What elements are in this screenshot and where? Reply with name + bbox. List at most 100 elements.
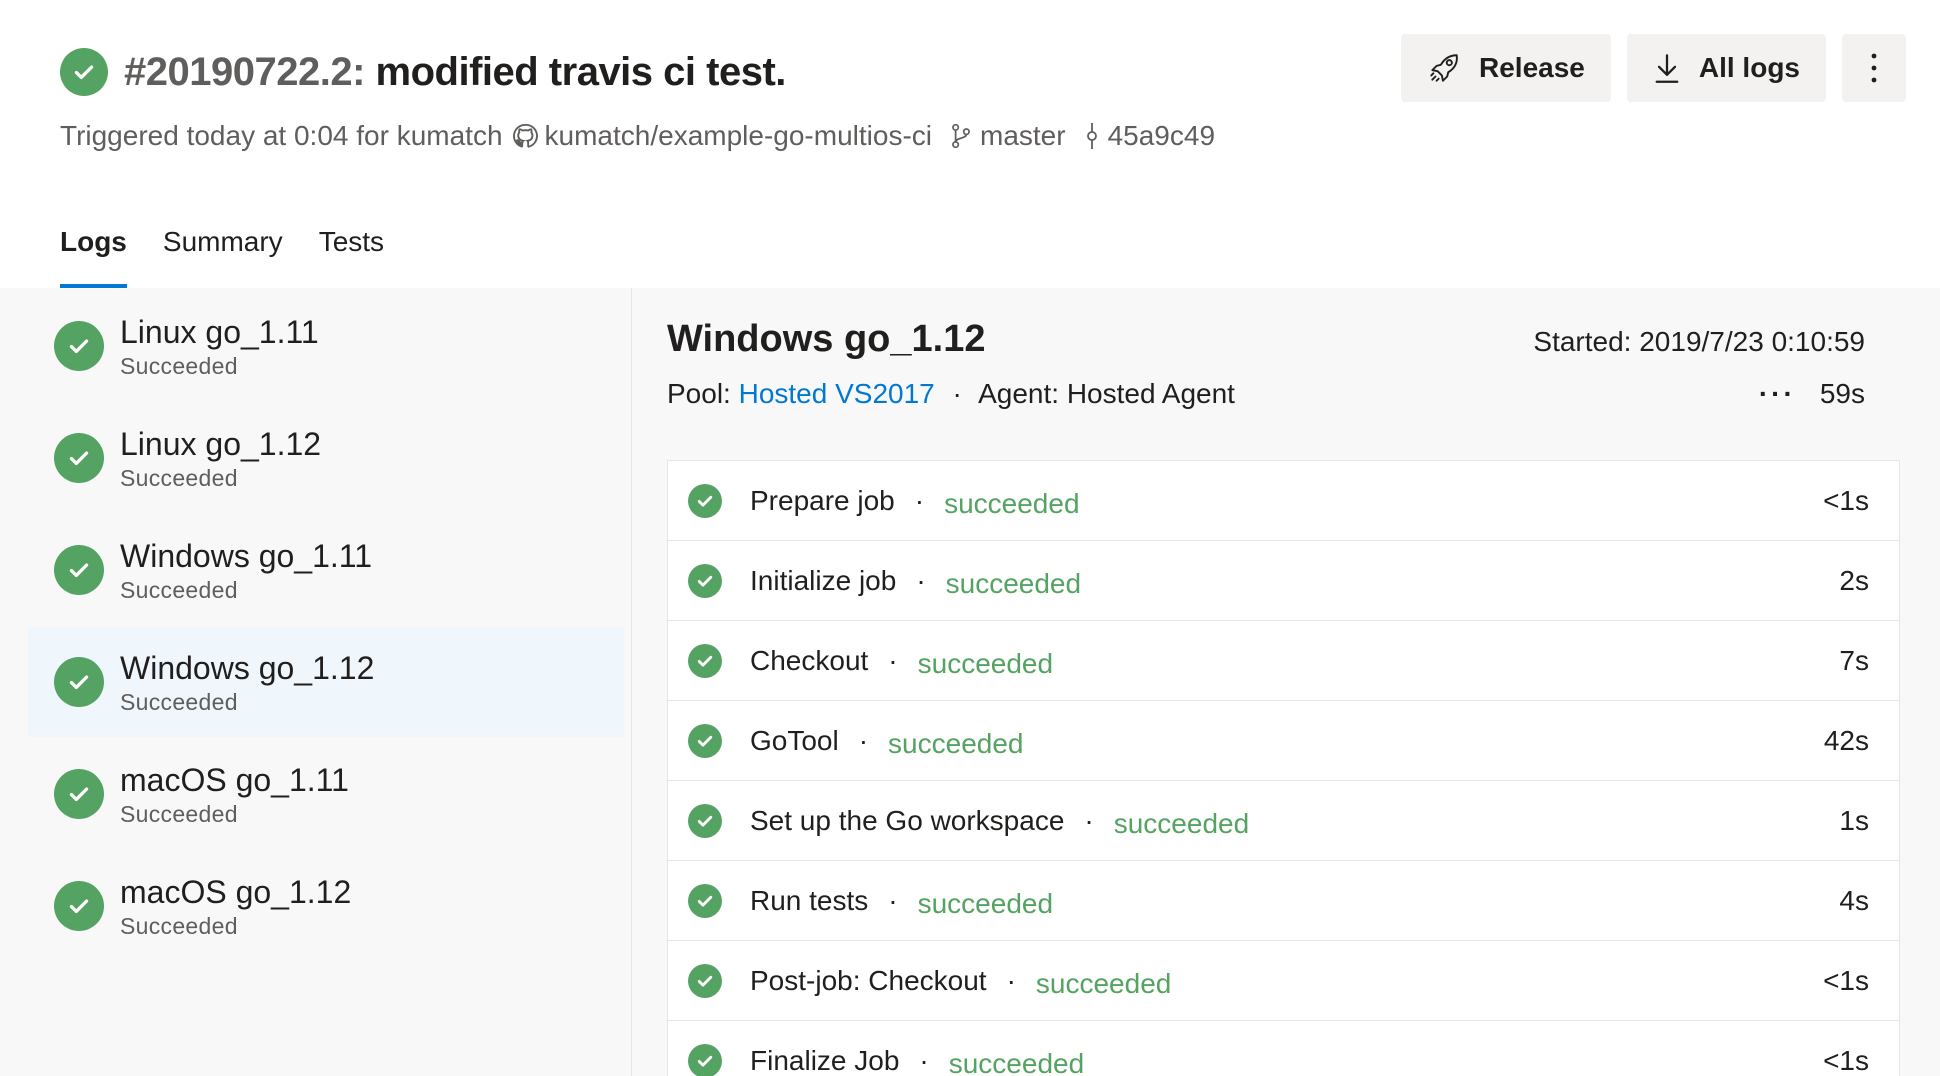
step-name: Prepare job [750,484,895,516]
branch-icon [948,122,974,150]
step-row[interactable]: Run tests · succeeded 4s [668,861,1899,941]
step-name: Set up the Go workspace [750,804,1065,836]
run-header: #20190722.2: modified travis ci test. Tr… [0,0,1940,288]
step-duration: 1s [1839,804,1869,836]
separator-dot: · [858,724,869,756]
step-name: GoTool [750,724,839,756]
release-button[interactable]: Release [1401,34,1611,102]
step-status: succeeded [1035,967,1172,999]
all-logs-button[interactable]: All logs [1626,34,1826,102]
tab-bar: Logs Summary Tests [60,222,420,288]
job-item[interactable]: macOS go_1.11 Succeeded [28,739,624,849]
tab-logs[interactable]: Logs [60,222,127,288]
job-item[interactable]: macOS go_1.12 Succeeded [28,851,624,961]
commit-icon [1082,121,1102,151]
job-status: Succeeded [120,688,238,715]
success-check-icon [688,883,722,918]
job-name: Windows go_1.12 [120,649,375,686]
success-check-icon [688,643,722,678]
tab-tests[interactable]: Tests [319,222,384,288]
success-check-icon [688,963,722,998]
job-name: Linux go_1.12 [120,425,322,462]
success-check-icon [60,48,108,96]
agent-info: Agent: Hosted Agent [978,378,1235,409]
run-id: #20190722.2: [124,49,365,94]
started-time: Started: 2019/7/23 0:10:59 [1533,326,1865,357]
job-status: Succeeded [120,912,238,939]
header-actions: Release All logs [1401,34,1906,102]
success-check-icon [54,321,104,371]
success-check-icon [688,563,722,598]
step-status: succeeded [944,487,1080,519]
step-row[interactable]: Set up the Go workspace · succeeded 1s [668,781,1899,861]
success-check-icon [54,545,104,595]
step-status: succeeded [917,887,1054,919]
step-row[interactable]: Initialize job · succeeded 2s [668,541,1899,621]
separator-dot: · [1006,964,1016,996]
step-duration: <1s [1823,1044,1869,1076]
job-item-selected[interactable]: Windows go_1.12 Succeeded [28,627,624,737]
job-title: Windows go_1.12 [667,318,986,360]
success-check-icon [54,433,104,483]
step-duration: 2s [1839,564,1869,596]
job-name: Linux go_1.11 [120,313,319,350]
step-status: succeeded [948,1047,1085,1076]
step-duration: 42s [1823,724,1869,756]
pool-link[interactable]: Hosted VS2017 [739,378,935,409]
job-status: Succeeded [120,464,238,491]
step-row[interactable]: Post-job: Checkout · succeeded <1s [668,941,1899,1021]
success-check-icon [54,657,104,707]
job-status: Succeeded [120,352,238,379]
run-title: #20190722.2: modified travis ci test. [60,48,786,96]
more-dots[interactable]: ··· [1759,378,1796,410]
repo-link[interactable]: kumatch/example-go-multios-ci [545,120,932,152]
step-duration: <1s [1823,964,1869,996]
rocket-icon [1430,54,1458,82]
step-duration: <1s [1823,484,1869,516]
separator-dot: · [916,564,926,596]
pool-info: Pool: Hosted VS2017 · Agent: Hosted Agen… [667,378,1235,410]
step-row[interactable]: Prepare job · succeeded <1s [668,461,1899,541]
separator-dot: · [952,378,962,409]
more-vertical-icon [1871,53,1877,83]
step-status: succeeded [917,647,1054,679]
job-name: macOS go_1.12 [120,873,352,910]
all-logs-label: All logs [1698,52,1800,83]
job-name: Windows go_1.11 [120,537,372,574]
tab-summary[interactable]: Summary [163,222,283,288]
download-icon [1655,54,1679,83]
separator-dot: · [919,1044,929,1076]
success-check-icon [688,483,722,518]
release-label: Release [1479,52,1585,83]
separator-dot: · [888,644,898,676]
branch-name[interactable]: master [980,120,1066,152]
separator-dot: · [888,884,898,916]
separator-dot: · [914,484,925,516]
job-status: Succeeded [120,576,238,603]
step-status: succeeded [1113,807,1250,839]
duration-value: 59s [1819,378,1865,409]
step-row[interactable]: GoTool · succeeded 42s [668,701,1899,781]
pool-label: Pool: [667,378,731,409]
step-name: Initialize job [750,564,897,596]
commit-hash[interactable]: 45a9c49 [1108,120,1215,152]
job-item[interactable]: Linux go_1.11 Succeeded [28,291,624,401]
step-status: succeeded [945,567,1082,599]
separator-dot: · [1084,804,1094,836]
success-check-icon [54,769,104,819]
success-check-icon [688,803,722,838]
success-check-icon [688,723,722,758]
step-row[interactable]: Finalize Job · succeeded <1s [668,1021,1899,1076]
step-status: succeeded [888,727,1024,759]
steps-list: Prepare job · succeeded <1s Initialize j… [667,460,1900,1076]
job-status: Succeeded [120,800,238,827]
step-name: Checkout [750,644,869,676]
run-message: modified travis ci test. [375,49,787,94]
step-name: Finalize Job [750,1044,900,1076]
step-duration: 7s [1839,644,1869,676]
more-actions-button[interactable] [1842,34,1906,102]
success-check-icon [54,881,104,931]
job-item[interactable]: Linux go_1.12 Succeeded [28,403,624,513]
job-item[interactable]: Windows go_1.11 Succeeded [28,515,624,625]
step-row[interactable]: Checkout · succeeded 7s [668,621,1899,701]
